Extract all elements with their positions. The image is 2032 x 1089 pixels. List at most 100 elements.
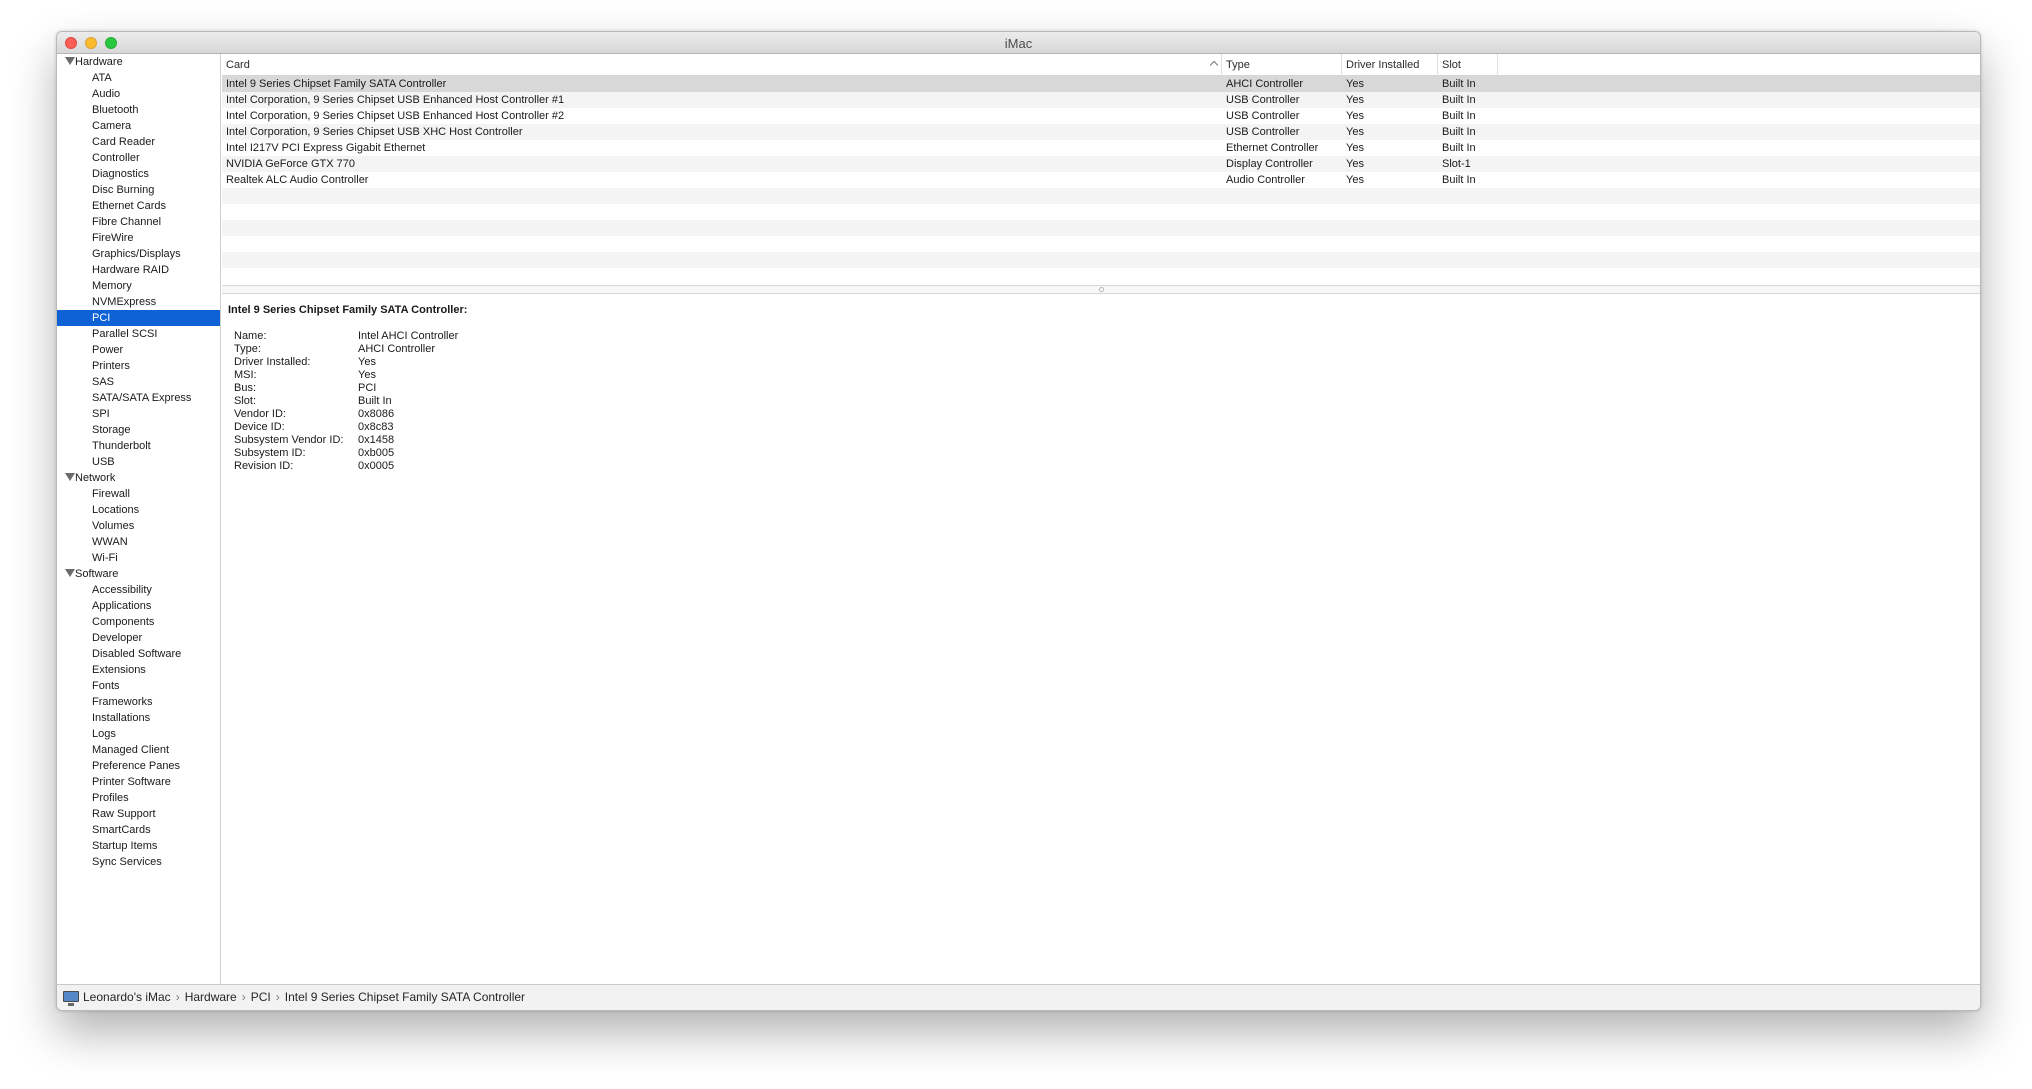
table-row-empty — [222, 220, 1980, 236]
property-value: Yes — [358, 369, 376, 381]
status-bar: Leonardo's iMac › Hardware › PCI › Intel 9 Ser… — [57, 984, 1980, 1010]
sidebar-item-diagnostics[interactable]: Diagnostics — [57, 166, 220, 182]
sidebar-item-fibre-channel[interactable]: Fibre Channel — [57, 214, 220, 230]
sidebar-item-accessibility[interactable]: Accessibility — [57, 582, 220, 598]
sidebar-item-printer-software[interactable]: Printer Software — [57, 774, 220, 790]
cell-driver-installed: Yes — [1346, 158, 1364, 170]
cell-slot: Built In — [1442, 142, 1476, 154]
column-header-type[interactable]: Type — [1222, 54, 1342, 76]
property-value: 0x1458 — [358, 434, 395, 446]
sidebar-group-label: Hardware — [75, 56, 123, 68]
sidebar-item-volumes[interactable]: Volumes — [57, 518, 220, 534]
sidebar-item-wi-fi[interactable]: Wi-Fi — [57, 550, 220, 566]
sidebar-item-startup-items[interactable]: Startup Items — [57, 838, 220, 854]
sidebar-item-ata[interactable]: ATA — [57, 70, 220, 86]
sidebar: Hardware ATA Audio Bluetooth Camera Card Read… — [57, 54, 221, 986]
sidebar-item-storage[interactable]: Storage — [57, 422, 220, 438]
sidebar-item-hardware-raid[interactable]: Hardware RAID — [57, 262, 220, 278]
sidebar-item-components[interactable]: Components — [57, 614, 220, 630]
disclosure-triangle-icon[interactable] — [65, 57, 75, 65]
property-value: PCI — [358, 382, 377, 394]
sidebar-item-applications[interactable]: Applications — [57, 598, 220, 614]
table-row[interactable]: Intel Corporation, 9 Series Chipset USB … — [222, 108, 1980, 124]
sidebar-item-extensions[interactable]: Extensions — [57, 662, 220, 678]
table-row[interactable]: NVIDIA GeForce GTX 770 Display Controller… — [222, 156, 1980, 172]
cell-type: USB Controller — [1226, 110, 1300, 122]
cell-slot: Built In — [1442, 174, 1476, 186]
sidebar-item-usb[interactable]: USB — [57, 454, 220, 470]
property-row: Driver Installed: Yes — [234, 356, 1980, 369]
divider-handle-icon[interactable] — [1099, 287, 1104, 292]
sidebar-item-audio[interactable]: Audio — [57, 86, 220, 102]
sidebar-item-ethernet-cards[interactable]: Ethernet Cards — [57, 198, 220, 214]
column-header-card[interactable]: Card — [222, 54, 1222, 76]
column-header-driver-installed[interactable]: Driver Installed — [1342, 54, 1438, 76]
property-row: MSI: Yes — [234, 369, 1980, 382]
table-row-empty — [222, 252, 1980, 268]
table-row[interactable]: Intel 9 Series Chipset Family SATA Contr… — [222, 76, 1980, 92]
sidebar-item-preference-panes[interactable]: Preference Panes — [57, 758, 220, 774]
sidebar-item-thunderbolt[interactable]: Thunderbolt — [57, 438, 220, 454]
sidebar-item-controller[interactable]: Controller — [57, 150, 220, 166]
sidebar-item-card-reader[interactable]: Card Reader — [57, 134, 220, 150]
cell-slot: Slot-1 — [1442, 158, 1471, 170]
property-row: Subsystem Vendor ID: 0x1458 — [234, 434, 1980, 447]
sidebar-item-firewire[interactable]: FireWire — [57, 230, 220, 246]
sidebar-item-fonts[interactable]: Fonts — [57, 678, 220, 694]
sidebar-item-installations[interactable]: Installations — [57, 710, 220, 726]
sidebar-item-profiles[interactable]: Profiles — [57, 790, 220, 806]
sidebar-item-pci[interactable]: PCI — [57, 310, 220, 326]
sidebar-item-disc-burning[interactable]: Disc Burning — [57, 182, 220, 198]
table-row[interactable]: Realtek ALC Audio Controller Audio Contro… — [222, 172, 1980, 188]
property-key: Revision ID: — [234, 460, 294, 472]
sidebar-item-camera[interactable]: Camera — [57, 118, 220, 134]
sidebar-item-developer[interactable]: Developer — [57, 630, 220, 646]
sidebar-item-disabled-software[interactable]: Disabled Software — [57, 646, 220, 662]
sidebar-group-software[interactable]: Software — [57, 566, 220, 582]
sidebar-group-network[interactable]: Network — [57, 470, 220, 486]
sidebar-item-managed-client[interactable]: Managed Client — [57, 742, 220, 758]
sidebar-item-frameworks[interactable]: Frameworks — [57, 694, 220, 710]
breadcrumb-item[interactable]: PCI — [251, 990, 271, 1004]
sidebar-item-sata-sata-express[interactable]: SATA/SATA Express — [57, 390, 220, 406]
breadcrumb-item[interactable]: Leonardo's iMac — [83, 990, 171, 1004]
sidebar-item-parallel-scsi[interactable]: Parallel SCSI — [57, 326, 220, 342]
breadcrumb-item[interactable]: Hardware — [185, 990, 237, 1004]
imac-icon — [63, 991, 79, 1002]
sidebar-item-memory[interactable]: Memory — [57, 278, 220, 294]
card-table: Card Type Driver Installed Slot Intel 9 … — [222, 54, 1980, 285]
sort-ascending-icon — [1209, 60, 1219, 70]
table-row[interactable]: Intel Corporation, 9 Series Chipset USB … — [222, 124, 1980, 140]
breadcrumb-item[interactable]: Intel 9 Series Chipset Family SATA Contr… — [285, 990, 525, 1004]
cell-card: Intel Corporation, 9 Series Chipset USB … — [226, 126, 523, 138]
cell-driver-installed: Yes — [1346, 78, 1364, 90]
sidebar-item-raw-support[interactable]: Raw Support — [57, 806, 220, 822]
column-header-slot[interactable]: Slot — [1438, 54, 1498, 76]
sidebar-group-hardware[interactable]: Hardware — [57, 54, 220, 70]
sidebar-item-graphics-displays[interactable]: Graphics/Displays — [57, 246, 220, 262]
table-row[interactable]: Intel I217V PCI Express Gigabit Ethernet… — [222, 140, 1980, 156]
sidebar-item-nvmexpress[interactable]: NVMExpress — [57, 294, 220, 310]
disclosure-triangle-icon[interactable] — [65, 473, 75, 481]
sidebar-item-bluetooth[interactable]: Bluetooth — [57, 102, 220, 118]
property-key: Vendor ID: — [234, 408, 286, 420]
sidebar-item-smartcards[interactable]: SmartCards — [57, 822, 220, 838]
sidebar-item-spi[interactable]: SPI — [57, 406, 220, 422]
disclosure-triangle-icon[interactable] — [65, 569, 75, 577]
title-bar[interactable]: iMac — [57, 32, 1980, 54]
sidebar-item-firewall[interactable]: Firewall — [57, 486, 220, 502]
imac-icon-stand — [68, 1003, 74, 1006]
sidebar-item-power[interactable]: Power — [57, 342, 220, 358]
sidebar-item-printers[interactable]: Printers — [57, 358, 220, 374]
sidebar-item-sas[interactable]: SAS — [57, 374, 220, 390]
table-row[interactable]: Intel Corporation, 9 Series Chipset USB … — [222, 92, 1980, 108]
sidebar-item-wwan[interactable]: WWAN — [57, 534, 220, 550]
sidebar-item-sync-services[interactable]: Sync Services — [57, 854, 220, 870]
breadcrumb-separator: › — [275, 990, 280, 1004]
sidebar-item-locations[interactable]: Locations — [57, 502, 220, 518]
table-header: Card Type Driver Installed Slot — [222, 54, 1980, 76]
breadcrumb-separator: › — [175, 990, 180, 1004]
sidebar-item-logs[interactable]: Logs — [57, 726, 220, 742]
split-view-divider[interactable] — [222, 285, 1980, 294]
property-key: Name: — [234, 330, 267, 342]
